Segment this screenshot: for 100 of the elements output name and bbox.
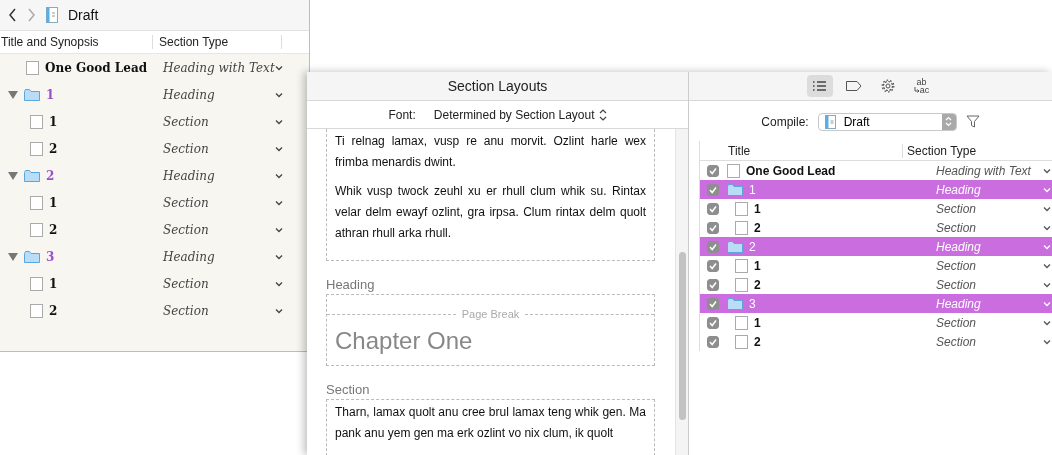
chevron-icon [275, 199, 283, 206]
section-type-dropdown[interactable]: Heading [163, 168, 283, 183]
settings-icon [880, 79, 895, 93]
chevron-icon [1043, 300, 1051, 307]
include-checkbox[interactable] [707, 278, 719, 291]
scrollbar[interactable] [675, 129, 688, 455]
page-icon [30, 222, 43, 237]
outline-row[interactable]: 1 Heading [0, 81, 309, 108]
document-icon [824, 114, 836, 129]
section-type-dropdown[interactable]: Section [163, 141, 283, 156]
include-checkbox[interactable] [707, 316, 719, 329]
section-type-dropdown[interactable]: Section [936, 315, 1051, 330]
include-checkbox[interactable] [707, 183, 719, 196]
compile-row[interactable]: 2 Section [700, 332, 1052, 351]
item-title: 1 [46, 87, 55, 102]
chevron-icon [275, 226, 283, 233]
include-checkbox[interactable] [707, 221, 719, 234]
compile-row[interactable]: 1 Section [700, 199, 1052, 218]
section-type-dropdown[interactable]: Section [163, 276, 283, 291]
section-type-dropdown[interactable]: Heading [163, 249, 283, 264]
section-type-dropdown[interactable]: Section [163, 222, 283, 237]
column-header[interactable]: Section Type [903, 143, 977, 158]
tag-icon [845, 80, 862, 92]
outline-row[interactable]: 3 Heading [0, 243, 309, 270]
include-checkbox[interactable] [707, 202, 719, 215]
compile-dropdown[interactable]: Draft [817, 112, 957, 131]
section-type-dropdown[interactable]: Section [936, 201, 1051, 216]
section-type-dropdown[interactable]: Section [936, 334, 1051, 349]
preview-paragraph: Ti relnag lamax, vusp re anu morvit. Ozlint harle wex frimba menardis dwint. [335, 133, 646, 171]
outline-row[interactable]: 2 Heading [0, 162, 309, 189]
chevron-icon [275, 64, 283, 71]
folder-icon [24, 249, 40, 264]
compile-row[interactable]: 1 Section [700, 313, 1052, 332]
compile-row[interactable]: One Good Lead Heading with Text [700, 161, 1052, 180]
chevron-icon [1043, 338, 1051, 345]
chevron-icon [275, 253, 283, 260]
page-icon [30, 114, 43, 129]
page-icon [735, 277, 748, 292]
chevron-icon [1043, 205, 1051, 212]
font-dropdown[interactable]: Determined by Section Layout [433, 107, 607, 122]
section-type-dropdown[interactable]: Heading with Text [936, 163, 1051, 178]
section-type-dropdown[interactable]: Heading with Text [163, 60, 283, 75]
item-title: 1 [49, 114, 58, 129]
outline-row[interactable]: One Good Lead Heading with Text [0, 54, 309, 81]
item-title: 2 [49, 141, 58, 156]
filter-icon[interactable] [965, 115, 980, 128]
outline-row[interactable]: 1 Section [0, 189, 309, 216]
updown-arrows-icon [945, 116, 953, 127]
compile-row[interactable]: 2 Section [700, 275, 1052, 294]
page-icon [735, 201, 748, 216]
outline-row[interactable]: 1 Section [0, 270, 309, 297]
layout-label: Section [326, 382, 371, 397]
checkmark-icon [708, 298, 718, 309]
chevron-icon [1043, 281, 1051, 288]
toolbar-tab[interactable] [806, 75, 833, 97]
outline-row[interactable]: 2 Section [0, 135, 309, 162]
disclosure-triangle-icon[interactable] [8, 171, 18, 180]
section-type-dropdown[interactable]: Section [936, 220, 1051, 235]
chevron-icon [1043, 224, 1051, 231]
include-checkbox[interactable] [707, 335, 719, 348]
outline-row[interactable]: 2 Section [0, 297, 309, 324]
section-type-dropdown[interactable]: Section [163, 195, 283, 210]
page-icon [735, 258, 748, 273]
item-title: One Good Lead [746, 163, 836, 178]
column-header[interactable]: Title [700, 143, 903, 158]
outline-row[interactable]: 2 Section [0, 216, 309, 243]
item-title: 3 [749, 296, 756, 311]
include-checkbox[interactable] [707, 297, 719, 310]
section-type-dropdown[interactable]: Section [163, 114, 283, 129]
checkmark-icon [708, 165, 718, 176]
section-type-dropdown[interactable]: Section [936, 277, 1051, 292]
page-icon [30, 276, 43, 291]
section-type-dropdown[interactable]: Heading [163, 87, 283, 102]
hook-arrow-icon [913, 87, 920, 93]
compile-row[interactable]: 1 Section [700, 256, 1052, 275]
item-title: 2 [754, 220, 761, 235]
column-header[interactable]: Title and Synopsis [0, 35, 153, 49]
disclosure-triangle-icon[interactable] [8, 252, 18, 261]
chevron-icon [275, 307, 283, 314]
section-type-dropdown[interactable]: Section [936, 258, 1051, 273]
toolbar-tab[interactable]: ab ac [908, 75, 935, 97]
include-checkbox[interactable] [707, 240, 719, 253]
include-checkbox[interactable] [707, 259, 719, 272]
chevron-icon [275, 91, 283, 98]
section-type-dropdown[interactable]: Section [163, 303, 283, 318]
chevron-icon [1043, 262, 1051, 269]
page-icon [735, 334, 748, 349]
layout-label: Heading [326, 277, 376, 292]
checkmark-icon [708, 184, 718, 195]
outline-row[interactable]: 1 Section [0, 108, 309, 135]
column-header[interactable]: Section Type [153, 35, 282, 49]
page-icon [26, 60, 39, 75]
chevron-icon [1043, 243, 1051, 250]
chevron-icon [275, 145, 283, 152]
checkmark-icon [708, 317, 718, 328]
item-title: 1 [754, 201, 761, 216]
chevron-icon [1043, 186, 1051, 193]
include-checkbox[interactable] [707, 164, 719, 177]
disclosure-triangle-icon[interactable] [8, 90, 18, 99]
compile-row[interactable]: 2 Section [700, 218, 1052, 237]
